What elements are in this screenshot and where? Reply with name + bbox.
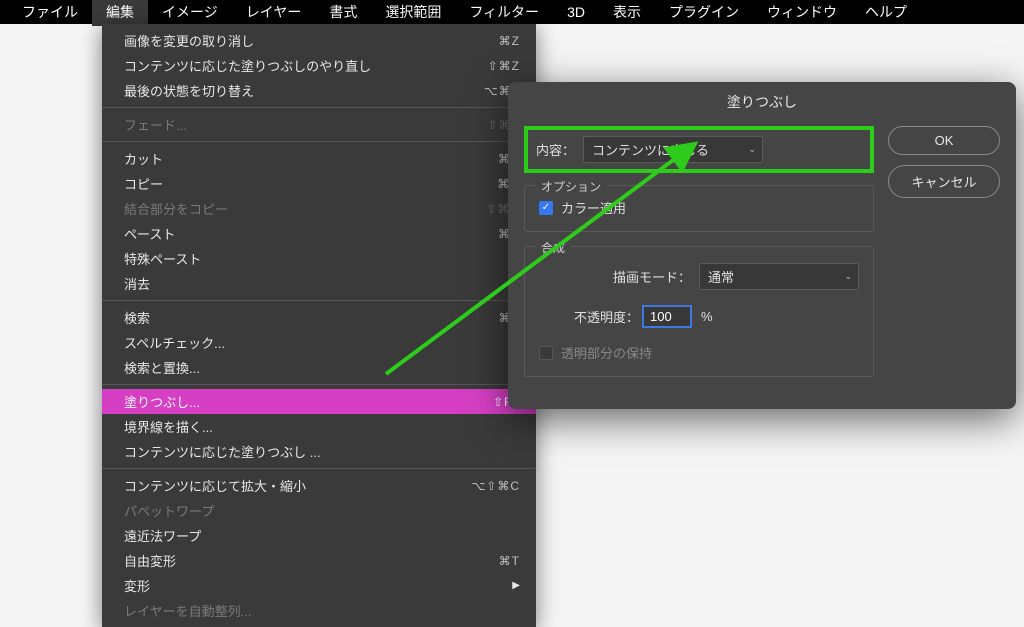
- menu-plugins[interactable]: プラグイン: [655, 0, 753, 26]
- dropdown-item-21: レイヤーを自動整列...: [102, 598, 536, 623]
- dropdown-item-10[interactable]: 検索⌘F: [102, 305, 536, 330]
- opacity-label: 不透明度：: [574, 307, 639, 326]
- color-apply-checkbox[interactable]: ✓: [539, 201, 553, 215]
- dropdown-item-15[interactable]: コンテンツに応じた塗りつぶし ...: [102, 439, 536, 464]
- dropdown-separator: [102, 384, 536, 385]
- dropdown-item-2[interactable]: 最後の状態を切り替え⌥⌘Z: [102, 78, 536, 103]
- dropdown-item-label: コンテンツに応じた塗りつぶし ...: [124, 442, 321, 461]
- dropdown-item-16[interactable]: コンテンツに応じて拡大・縮小 ⌥⇧⌘C: [102, 473, 536, 498]
- dropdown-item-0[interactable]: 画像を変更の取り消し ⌘Z: [102, 28, 536, 53]
- dropdown-item-label: コンテンツに応じて拡大・縮小: [124, 476, 306, 495]
- dropdown-item-label: 塗りつぶし...: [124, 392, 200, 411]
- menu-file[interactable]: ファイル: [8, 0, 92, 26]
- compose-fieldset: 合成 描画モード： 通常 ⌄ 不透明度： 100 % 透明部分の保持: [524, 246, 874, 377]
- dropdown-item-label: 検索: [124, 308, 150, 327]
- content-select-value: コンテンツに応じる: [592, 140, 709, 159]
- dropdown-item-8[interactable]: 特殊ペースト▶: [102, 246, 536, 271]
- dropdown-item-label: レイヤーを自動整列...: [124, 601, 251, 620]
- dropdown-item-shortcut: ⌘Z: [499, 34, 520, 48]
- chevron-right-icon: ▶: [512, 580, 520, 591]
- content-row-highlight: 内容： コンテンツに応じる ⌄: [524, 126, 874, 173]
- preserve-trans-checkbox: [539, 346, 553, 360]
- dropdown-item-20[interactable]: 変形 ▶: [102, 573, 536, 598]
- dropdown-item-label: 消去: [124, 274, 150, 293]
- dropdown-item-14[interactable]: 境界線を描く...: [102, 414, 536, 439]
- dropdown-item-label: 変形: [124, 576, 150, 595]
- dropdown-item-4[interactable]: カット⌘X: [102, 146, 536, 171]
- dropdown-item-label: 境界線を描く...: [124, 417, 213, 436]
- dropdown-item-label: パペットワープ: [124, 501, 214, 520]
- dropdown-item-shortcut: ⌘T: [499, 554, 520, 568]
- dropdown-item-label: 最後の状態を切り替え: [124, 81, 254, 100]
- mode-select[interactable]: 通常 ⌄: [699, 263, 859, 290]
- dropdown-item-label: 自由変形: [124, 551, 176, 570]
- dropdown-separator: [102, 468, 536, 469]
- ok-button[interactable]: OK: [888, 126, 1000, 155]
- options-legend: オプション: [535, 178, 607, 195]
- dropdown-separator: [102, 107, 536, 108]
- menu-help[interactable]: ヘルプ: [851, 0, 921, 26]
- dropdown-item-label: 結合部分をコピー: [124, 199, 228, 218]
- dropdown-item-5[interactable]: コピー⌘C: [102, 171, 536, 196]
- menu-layer[interactable]: レイヤー: [232, 0, 316, 26]
- dropdown-item-11[interactable]: スペルチェック...: [102, 330, 536, 355]
- dialog-title: 塗りつぶし: [508, 82, 1016, 126]
- menu-edit[interactable]: 編集: [92, 0, 148, 26]
- dropdown-item-13[interactable]: 塗りつぶし...⇧F5: [102, 389, 536, 414]
- dropdown-separator: [102, 300, 536, 301]
- menu-type[interactable]: 書式: [315, 0, 371, 26]
- dropdown-item-label: スペルチェック...: [124, 333, 225, 352]
- menubar: ファイル 編集 イメージ レイヤー 書式 選択範囲 フィルター 3D 表示 プラ…: [0, 0, 1024, 24]
- dropdown-item-label: カット: [124, 149, 163, 168]
- cancel-button[interactable]: キャンセル: [888, 165, 1000, 198]
- content-select[interactable]: コンテンツに応じる ⌄: [583, 136, 763, 163]
- dropdown-item-shortcut: ⌥⇧⌘C: [471, 479, 520, 493]
- compose-legend: 合成: [535, 239, 571, 256]
- dropdown-item-7[interactable]: ペースト⌘V: [102, 221, 536, 246]
- chevron-down-icon: ⌄: [748, 144, 756, 155]
- menu-filter[interactable]: フィルター: [455, 0, 553, 26]
- menu-image[interactable]: イメージ: [148, 0, 232, 26]
- menu-3d[interactable]: 3D: [553, 0, 599, 24]
- dropdown-item-9[interactable]: 消去: [102, 271, 536, 296]
- dropdown-item-3: フェード...⇧⌘F: [102, 112, 536, 137]
- color-apply-label: カラー適用: [561, 198, 626, 217]
- dropdown-item-12[interactable]: 検索と置換...: [102, 355, 536, 380]
- dropdown-item-18[interactable]: 遠近法ワープ: [102, 523, 536, 548]
- dropdown-item-6: 結合部分をコピー⇧⌘C: [102, 196, 536, 221]
- menu-window[interactable]: ウィンドウ: [753, 0, 851, 26]
- dropdown-item-label: 遠近法ワープ: [124, 526, 201, 545]
- opacity-unit: %: [701, 309, 859, 324]
- content-label: 内容：: [536, 140, 575, 159]
- fill-dialog: 塗りつぶし 内容： コンテンツに応じる ⌄ オプション ✓ カラー適用 合成: [508, 82, 1016, 409]
- mode-label: 描画モード：: [613, 267, 691, 286]
- dropdown-item-label: フェード...: [124, 115, 187, 134]
- chevron-down-icon: ⌄: [844, 271, 852, 282]
- dropdown-item-19[interactable]: 自由変形 ⌘T: [102, 548, 536, 573]
- dropdown-item-17: パペットワープ: [102, 498, 536, 523]
- dropdown-item-label: ペースト: [124, 224, 175, 243]
- dropdown-item-label: 検索と置換...: [124, 358, 200, 377]
- preserve-trans-label: 透明部分の保持: [561, 343, 652, 362]
- dropdown-item-label: 特殊ペースト: [124, 249, 201, 268]
- dropdown-item-label: 画像を変更の取り消し: [124, 31, 254, 50]
- opacity-input[interactable]: 100: [643, 306, 691, 327]
- menu-view[interactable]: 表示: [599, 0, 655, 26]
- dropdown-item-label: コンテンツに応じた塗りつぶしのやり直し: [124, 56, 371, 75]
- menu-select[interactable]: 選択範囲: [371, 0, 455, 26]
- mode-select-value: 通常: [708, 267, 734, 286]
- dropdown-separator: [102, 141, 536, 142]
- edit-dropdown: 画像を変更の取り消し ⌘Z コンテンツに応じた塗りつぶしのやり直し ⇧⌘Z 最後の状態を…: [102, 24, 536, 627]
- options-fieldset: オプション ✓ カラー適用: [524, 185, 874, 232]
- dropdown-item-label: コピー: [124, 174, 163, 193]
- dropdown-item-shortcut: ⇧⌘Z: [488, 59, 520, 73]
- dropdown-item-1[interactable]: コンテンツに応じた塗りつぶしのやり直し ⇧⌘Z: [102, 53, 536, 78]
